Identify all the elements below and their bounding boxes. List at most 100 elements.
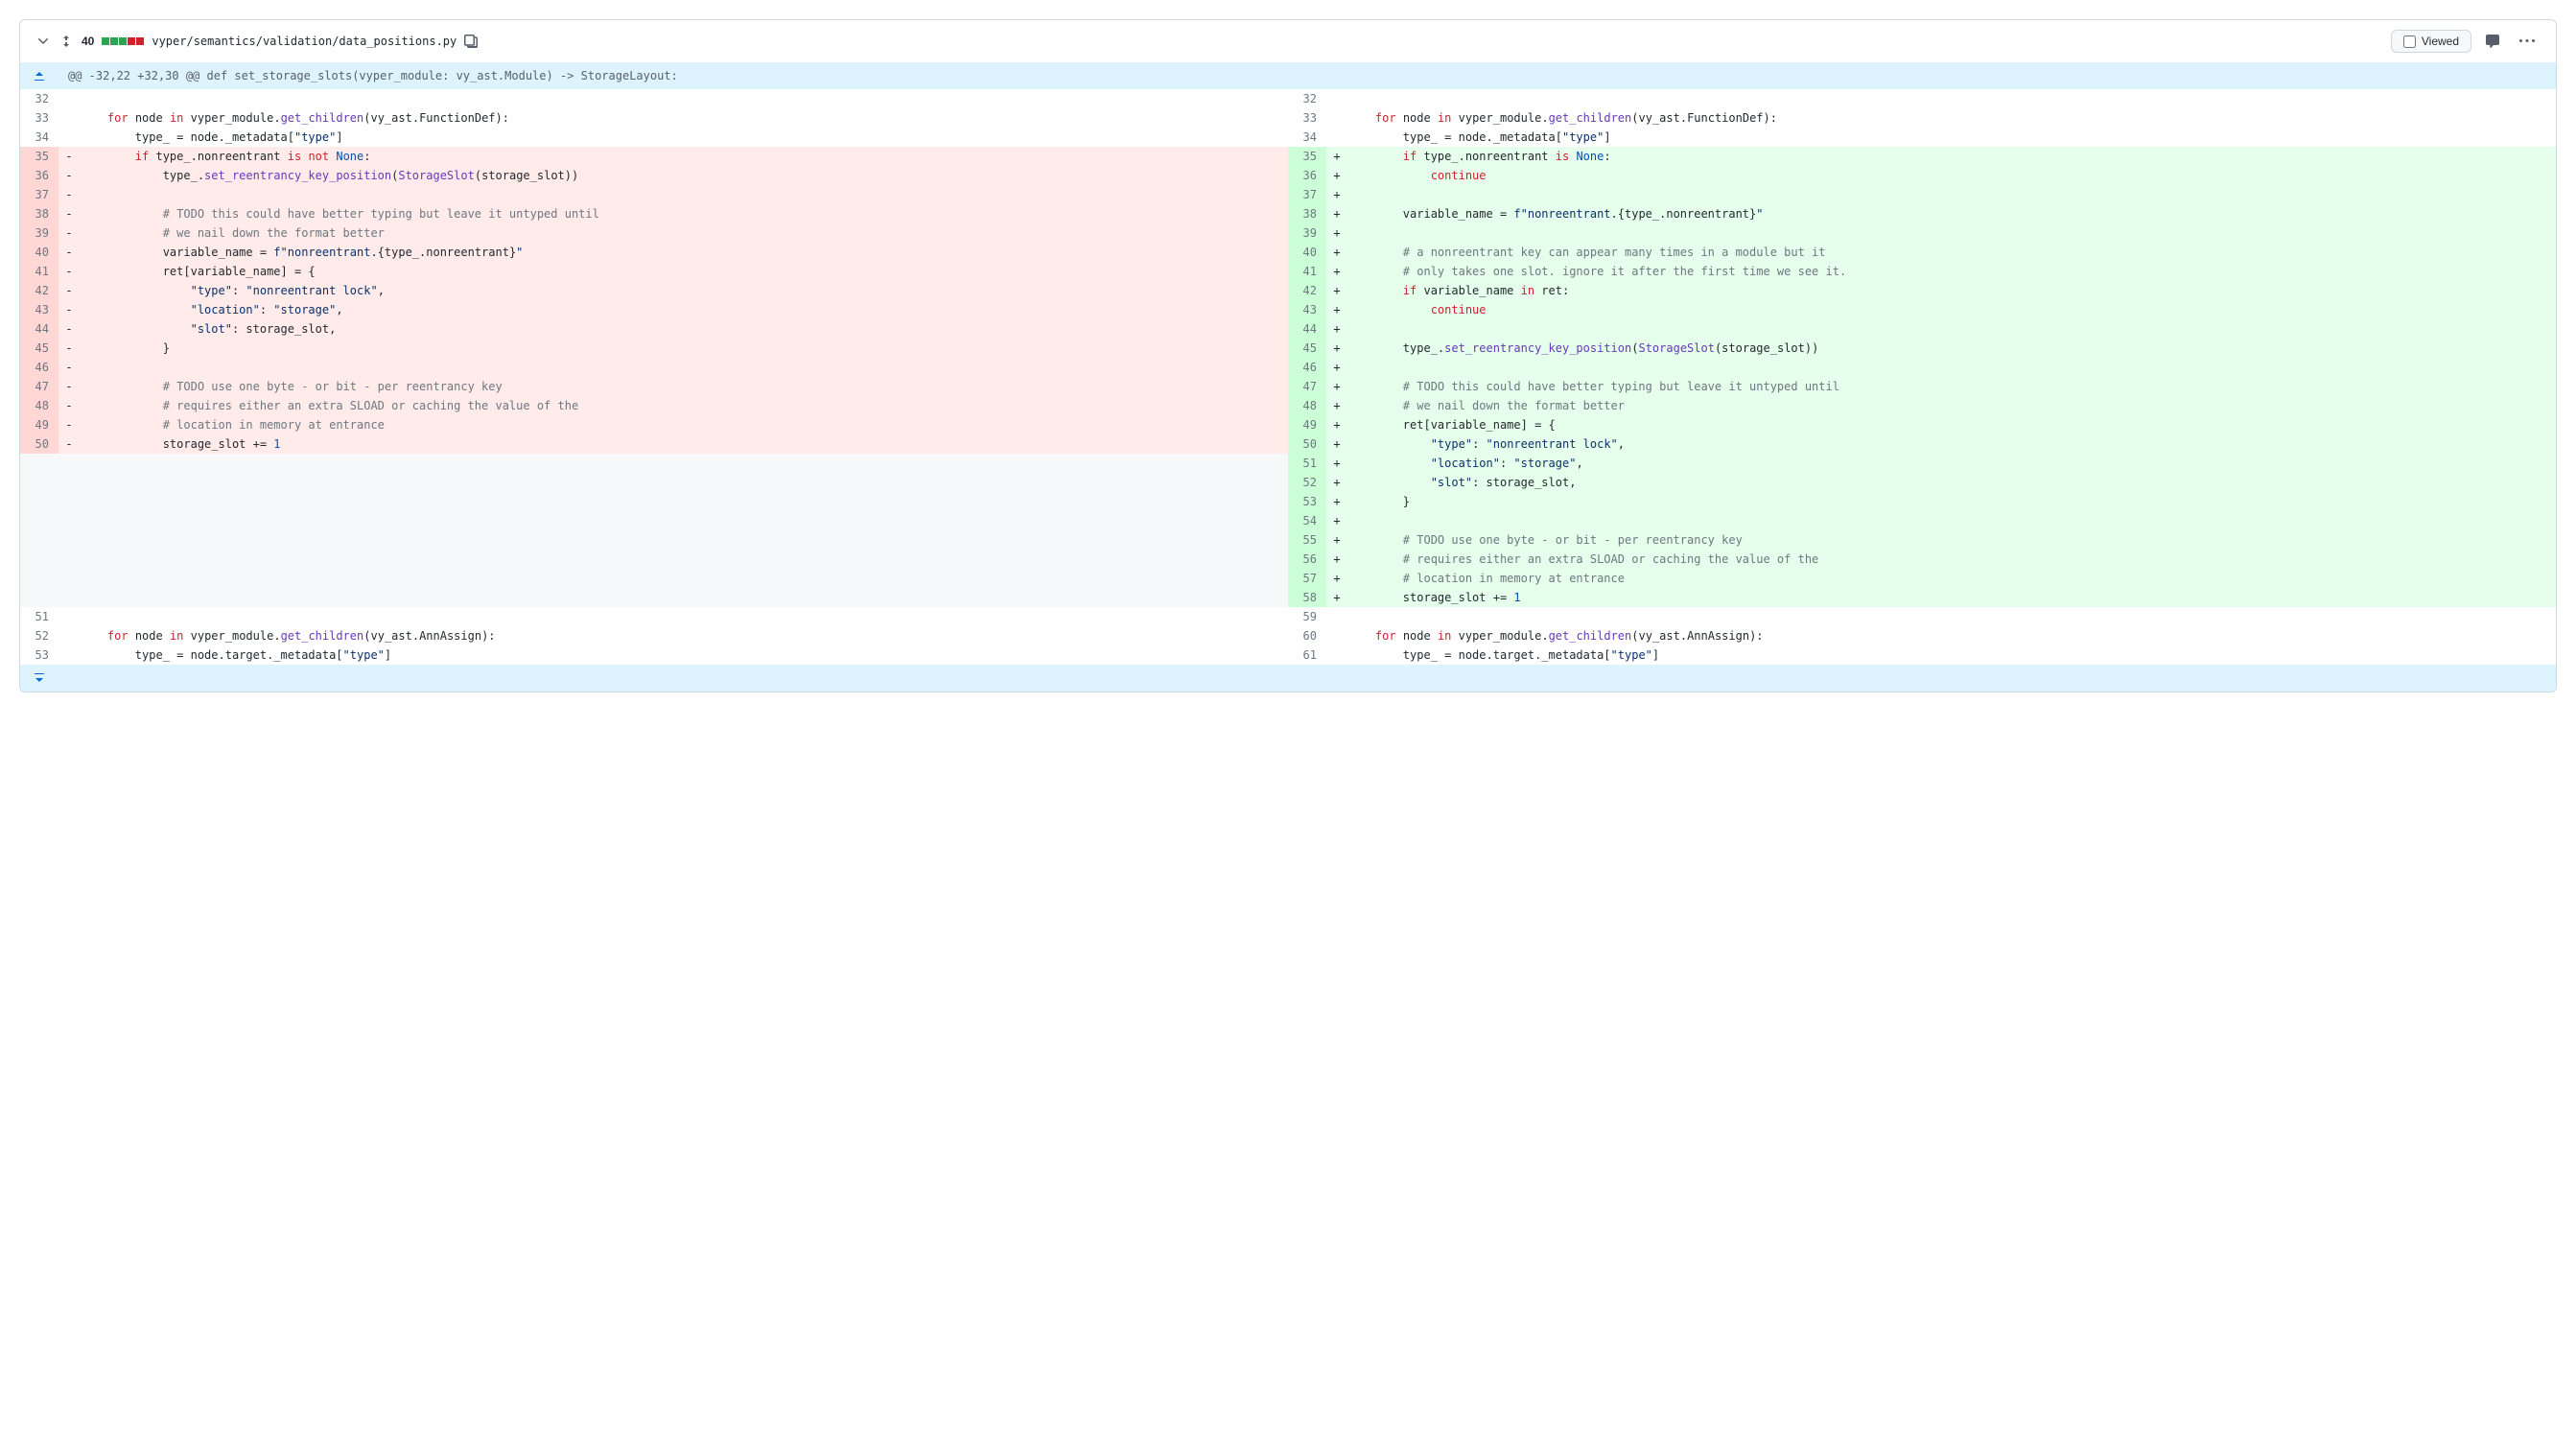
new-line-number[interactable]: 54	[1288, 511, 1326, 530]
code-line[interactable]: if type_.nonreentrant is not None:	[80, 147, 1288, 166]
code-line[interactable]	[1347, 511, 2556, 530]
old-line-number[interactable]: 37	[20, 185, 59, 204]
new-line-number[interactable]: 42	[1288, 281, 1326, 300]
code-line[interactable]: # location in memory at entrance	[80, 415, 1288, 434]
code-line[interactable]: storage_slot += 1	[80, 434, 1288, 454]
old-line-number[interactable]: 41	[20, 262, 59, 281]
new-line-number[interactable]: 39	[1288, 223, 1326, 243]
old-line-number[interactable]: 51	[20, 607, 59, 626]
old-line-number[interactable]	[20, 492, 59, 511]
code-line[interactable]: for node in vyper_module.get_children(vy…	[80, 626, 1288, 645]
old-line-number[interactable]: 49	[20, 415, 59, 434]
code-line[interactable]: # location in memory at entrance	[1347, 569, 2556, 588]
code-line[interactable]: "location": "storage",	[1347, 454, 2556, 473]
new-line-number[interactable]: 46	[1288, 358, 1326, 377]
new-line-number[interactable]: 61	[1288, 645, 1326, 665]
code-line[interactable]: # a nonreentrant key can appear many tim…	[1347, 243, 2556, 262]
code-line[interactable]	[80, 358, 1288, 377]
code-line[interactable]	[80, 185, 1288, 204]
new-line-number[interactable]: 33	[1288, 108, 1326, 128]
old-line-number[interactable]	[20, 473, 59, 492]
new-line-number[interactable]: 35	[1288, 147, 1326, 166]
code-line[interactable]: if type_.nonreentrant is None:	[1347, 147, 2556, 166]
code-line[interactable]: ret[variable_name] = {	[1347, 415, 2556, 434]
new-line-number[interactable]: 60	[1288, 626, 1326, 645]
code-line[interactable]: for node in vyper_module.get_children(vy…	[1347, 626, 2556, 645]
code-line[interactable]: variable_name = f"nonreentrant.{type_.no…	[80, 243, 1288, 262]
code-line[interactable]	[1347, 185, 2556, 204]
expand-down-button[interactable]	[20, 665, 59, 692]
code-line[interactable]: # requires either an extra SLOAD or cach…	[1347, 550, 2556, 569]
new-line-number[interactable]: 51	[1288, 454, 1326, 473]
code-line[interactable]: type_ = node._metadata["type"]	[80, 128, 1288, 147]
old-line-number[interactable]: 32	[20, 89, 59, 108]
code-line[interactable]: }	[1347, 492, 2556, 511]
old-line-number[interactable]	[20, 511, 59, 530]
old-line-number[interactable]: 39	[20, 223, 59, 243]
code-line[interactable]	[80, 473, 1288, 492]
old-line-number[interactable]	[20, 550, 59, 569]
new-line-number[interactable]: 37	[1288, 185, 1326, 204]
file-path-link[interactable]: vyper/semantics/validation/data_position…	[152, 35, 457, 48]
new-line-number[interactable]: 50	[1288, 434, 1326, 454]
old-line-number[interactable]	[20, 569, 59, 588]
chevron-down-icon[interactable]	[35, 34, 51, 49]
new-line-number[interactable]: 38	[1288, 204, 1326, 223]
old-line-number[interactable]: 50	[20, 434, 59, 454]
code-line[interactable]	[80, 89, 1288, 108]
kebab-menu-button[interactable]	[2514, 28, 2541, 55]
code-line[interactable]: # TODO this could have better typing but…	[1347, 377, 2556, 396]
code-line[interactable]: storage_slot += 1	[1347, 588, 2556, 607]
new-line-number[interactable]: 48	[1288, 396, 1326, 415]
code-line[interactable]	[80, 454, 1288, 473]
old-line-number[interactable]: 35	[20, 147, 59, 166]
code-line[interactable]: type_.set_reentrancy_key_position(Storag…	[80, 166, 1288, 185]
code-line[interactable]: "slot": storage_slot,	[80, 319, 1288, 339]
code-line[interactable]: type_ = node.target._metadata["type"]	[1347, 645, 2556, 665]
viewed-checkbox[interactable]: Viewed	[2391, 30, 2471, 53]
code-line[interactable]: # TODO use one byte - or bit - per reent…	[80, 377, 1288, 396]
new-line-number[interactable]: 41	[1288, 262, 1326, 281]
old-line-number[interactable]	[20, 588, 59, 607]
code-line[interactable]	[1347, 223, 2556, 243]
comment-button[interactable]	[2479, 28, 2506, 55]
new-line-number[interactable]: 59	[1288, 607, 1326, 626]
code-line[interactable]	[1347, 319, 2556, 339]
code-line[interactable]: # we nail down the format better	[80, 223, 1288, 243]
old-line-number[interactable]: 47	[20, 377, 59, 396]
code-line[interactable]: variable_name = f"nonreentrant.{type_.no…	[1347, 204, 2556, 223]
code-line[interactable]	[1347, 607, 2556, 626]
old-line-number[interactable]: 34	[20, 128, 59, 147]
code-line[interactable]: "type": "nonreentrant lock",	[1347, 434, 2556, 454]
code-line[interactable]: # requires either an extra SLOAD or cach…	[80, 396, 1288, 415]
code-line[interactable]	[80, 511, 1288, 530]
code-line[interactable]: # we nail down the format better	[1347, 396, 2556, 415]
code-line[interactable]: "type": "nonreentrant lock",	[80, 281, 1288, 300]
old-line-number[interactable]: 36	[20, 166, 59, 185]
new-line-number[interactable]: 58	[1288, 588, 1326, 607]
code-line[interactable]: for node in vyper_module.get_children(vy…	[80, 108, 1288, 128]
code-line[interactable]: if variable_name in ret:	[1347, 281, 2556, 300]
new-line-number[interactable]: 52	[1288, 473, 1326, 492]
old-line-number[interactable]: 45	[20, 339, 59, 358]
code-line[interactable]	[80, 588, 1288, 607]
new-line-number[interactable]: 49	[1288, 415, 1326, 434]
old-line-number[interactable]: 46	[20, 358, 59, 377]
new-line-number[interactable]: 57	[1288, 569, 1326, 588]
code-line[interactable]: type_ = node._metadata["type"]	[1347, 128, 2556, 147]
old-line-number[interactable]: 44	[20, 319, 59, 339]
viewed-checkbox-input[interactable]	[2403, 35, 2416, 48]
old-line-number[interactable]: 48	[20, 396, 59, 415]
new-line-number[interactable]: 53	[1288, 492, 1326, 511]
old-line-number[interactable]: 40	[20, 243, 59, 262]
code-line[interactable]: type_ = node.target._metadata["type"]	[80, 645, 1288, 665]
code-line[interactable]: "location": "storage",	[80, 300, 1288, 319]
old-line-number[interactable]: 53	[20, 645, 59, 665]
code-line[interactable]	[80, 492, 1288, 511]
code-line[interactable]: for node in vyper_module.get_children(vy…	[1347, 108, 2556, 128]
old-line-number[interactable]: 43	[20, 300, 59, 319]
code-line[interactable]: type_.set_reentrancy_key_position(Storag…	[1347, 339, 2556, 358]
code-line[interactable]: "slot": storage_slot,	[1347, 473, 2556, 492]
new-line-number[interactable]: 44	[1288, 319, 1326, 339]
code-line[interactable]: }	[80, 339, 1288, 358]
